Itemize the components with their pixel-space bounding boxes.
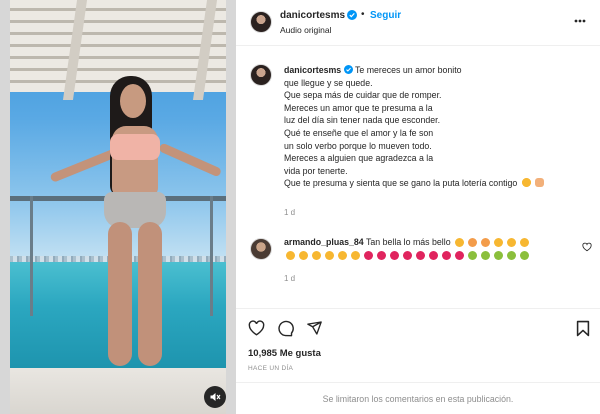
comment-like-heart-icon[interactable] bbox=[582, 242, 592, 252]
caption-avatar[interactable] bbox=[250, 64, 272, 86]
video-frame[interactable] bbox=[10, 0, 226, 414]
comments-limited-notice: Se limitaron los comentarios en esta pub… bbox=[236, 382, 600, 414]
comments-limited-text: Se limitaron los comentarios en esta pub… bbox=[322, 393, 514, 404]
post-timestamp[interactable]: HACE UN DÍA bbox=[248, 365, 293, 372]
caption-line-3: Que sepa más de cuidar que de romper. bbox=[284, 90, 442, 101]
bookmark-icon[interactable] bbox=[574, 319, 592, 337]
caption-line-9: vida por tenerte. bbox=[284, 165, 348, 176]
comment-bubble-icon[interactable] bbox=[276, 319, 294, 337]
follow-button[interactable]: Seguir bbox=[370, 10, 401, 21]
person-figure bbox=[49, 76, 223, 376]
caption-line-5: luz del día sin tener nada que esconder. bbox=[284, 115, 441, 126]
post-details-panel: danicortesms • Seguir Audio original dan… bbox=[236, 0, 600, 414]
more-options-icon[interactable] bbox=[572, 14, 588, 28]
separator-dot: • bbox=[361, 9, 365, 20]
comment-username[interactable]: armando_pluas_84 bbox=[284, 237, 364, 247]
caption-line-8: Mereces a alguien que agradezca a la bbox=[284, 153, 434, 164]
caption-line-4: Mereces un amor que te presuma a la bbox=[284, 102, 433, 113]
comment-emoji-row-2 bbox=[284, 251, 529, 261]
avatar[interactable] bbox=[250, 11, 272, 33]
heart-icon[interactable] bbox=[247, 319, 265, 337]
post-media[interactable] bbox=[0, 0, 236, 414]
comment-item: armando_pluas_84 Tan bella lo más bello bbox=[284, 236, 574, 262]
comment-text: Tan bella lo más bello bbox=[366, 237, 451, 247]
verified-badge-icon bbox=[347, 10, 357, 20]
comment-age: 1 d bbox=[284, 274, 296, 283]
commenter-avatar[interactable] bbox=[250, 238, 272, 260]
caption-username[interactable]: danicortesms bbox=[284, 65, 341, 75]
header-username[interactable]: danicortesms bbox=[280, 10, 345, 21]
action-bar bbox=[236, 308, 600, 348]
post-header: danicortesms • Seguir Audio original bbox=[236, 0, 600, 46]
crossed-fingers-emoji-icon bbox=[535, 178, 545, 188]
likes-count[interactable]: 10,985 Me gusta bbox=[248, 348, 321, 359]
caption-age: 1 d bbox=[284, 208, 296, 217]
comment-emoji-row-1 bbox=[453, 238, 530, 248]
audio-label[interactable]: Audio original bbox=[280, 25, 332, 35]
speaker-muted-icon[interactable] bbox=[204, 386, 226, 408]
paper-plane-icon[interactable] bbox=[305, 319, 323, 337]
caption-line-7: un solo verbo porque lo mueven todo. bbox=[284, 140, 432, 151]
caption-line-6: Qué te enseñe que el amor y la fe son bbox=[284, 127, 434, 138]
heart-eyes-emoji-icon bbox=[521, 178, 531, 188]
verified-badge-icon bbox=[343, 65, 353, 74]
caption-line-2: que llegue y se quede. bbox=[284, 77, 373, 88]
caption-line-1: Te mereces un amor bonito bbox=[354, 65, 462, 75]
post-caption: danicortesms Te mereces un amor bonito q… bbox=[284, 64, 584, 190]
caption-line-10: Que te presuma y sienta que se gano la p… bbox=[284, 178, 518, 189]
